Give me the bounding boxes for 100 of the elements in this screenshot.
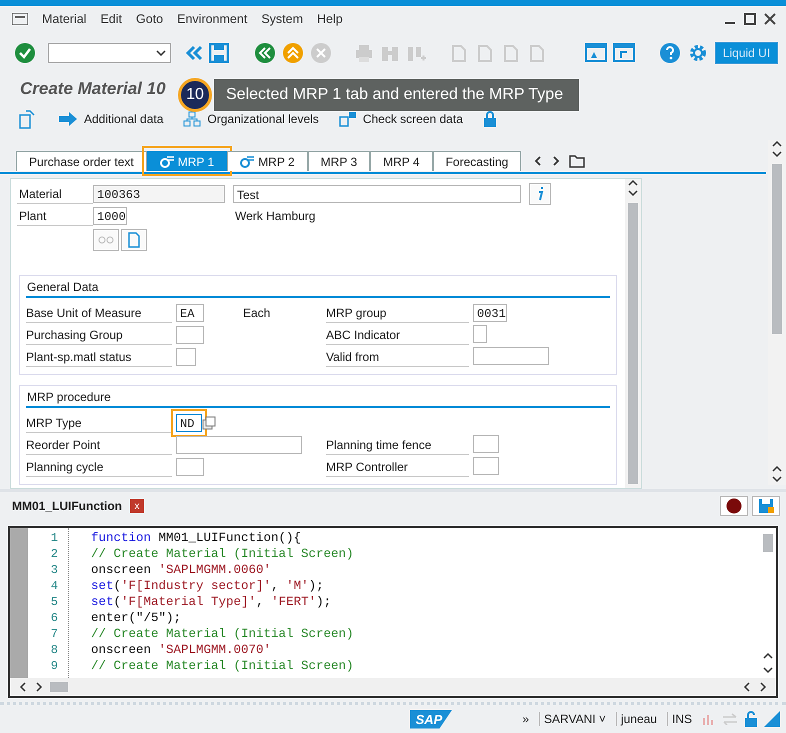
chevron-right-icon[interactable] xyxy=(34,682,44,692)
input-field[interactable]: 0031 xyxy=(473,304,507,322)
up-icon[interactable] xyxy=(282,42,304,64)
logo: SAP xyxy=(410,710,452,728)
caret-icon[interactable] xyxy=(156,50,166,56)
chevron-left-icon[interactable] xyxy=(533,155,544,167)
tab[interactable]: MRP 2 xyxy=(227,151,308,171)
system-user[interactable]: SARVANI ˅ xyxy=(539,712,610,726)
input-mode: INS xyxy=(666,712,696,726)
menu-icon[interactable] xyxy=(12,13,28,25)
menu-item[interactable]: Help xyxy=(317,12,343,26)
field-label: Plant-sp.matl status xyxy=(26,348,172,366)
server-name: juneau xyxy=(616,712,661,726)
scrollbar[interactable] xyxy=(625,179,641,488)
input-field[interactable] xyxy=(473,324,487,342)
signal-icon[interactable] xyxy=(702,712,716,726)
lock-icon[interactable] xyxy=(482,111,497,127)
save-icon[interactable] xyxy=(209,43,230,63)
code-line: enter("/5"); xyxy=(91,610,182,626)
toolbar-link[interactable]: Check screen data xyxy=(362,112,463,126)
document-button[interactable] xyxy=(121,229,147,251)
chevron-down-icon[interactable] xyxy=(628,189,638,199)
chevron-down-icon[interactable] xyxy=(772,150,782,160)
hierarchy-icon[interactable] xyxy=(183,111,202,127)
double-chevron-icon[interactable] xyxy=(185,45,204,61)
folder-icon[interactable] xyxy=(569,154,586,168)
line-number: 3 xyxy=(50,562,59,578)
copy-icon[interactable] xyxy=(202,416,216,430)
record-icon xyxy=(726,498,742,514)
check-screen-icon[interactable] xyxy=(338,111,357,127)
expand-toggle[interactable]: » xyxy=(518,712,533,726)
input-field[interactable]: 100363 xyxy=(93,185,225,203)
input-field[interactable] xyxy=(176,348,196,366)
tab[interactable]: MRP 3 xyxy=(308,151,370,171)
field-label: Base Unit of Measure xyxy=(26,304,172,322)
field-label: Reorder Point xyxy=(26,436,172,454)
document-icon xyxy=(128,232,140,248)
input-field[interactable] xyxy=(176,436,302,454)
maximize-icon[interactable] xyxy=(744,13,756,25)
scroll-thumb[interactable] xyxy=(50,682,68,692)
menu-item[interactable]: Edit xyxy=(100,12,122,26)
scrollbar[interactable] xyxy=(768,140,786,485)
input-field[interactable]: Test xyxy=(233,185,521,203)
checkmark-icon[interactable] xyxy=(14,42,36,64)
menu-item[interactable]: System xyxy=(261,12,303,26)
tab[interactable]: Purchase order text xyxy=(16,151,147,171)
close-icon[interactable] xyxy=(764,13,776,25)
chevron-down-icon[interactable] xyxy=(772,475,782,485)
chevron-down-icon[interactable] xyxy=(763,666,773,676)
menu-item[interactable]: Environment xyxy=(177,12,248,26)
plant-description: Werk Hamburg xyxy=(235,209,316,223)
field-label: Planning cycle xyxy=(26,458,172,476)
scrollbar[interactable] xyxy=(10,678,776,696)
input-field[interactable] xyxy=(473,434,499,452)
page-title: Create Material 10 xyxy=(20,79,166,99)
chevron-right-icon[interactable] xyxy=(551,155,562,167)
step-badge: 10 xyxy=(178,78,212,112)
input-field[interactable] xyxy=(473,456,499,474)
close-button[interactable]: x xyxy=(130,499,144,513)
code-line: // Create Material (Initial Screen) xyxy=(91,626,355,642)
back-icon[interactable] xyxy=(254,42,276,64)
line-number: 6 xyxy=(50,610,59,626)
code-editor[interactable] xyxy=(8,526,778,698)
record-button[interactable] xyxy=(720,496,748,516)
menu-item[interactable]: Material xyxy=(42,12,86,26)
scroll-thumb[interactable] xyxy=(763,534,773,552)
field-label: Planning time fence xyxy=(326,436,469,454)
command-field[interactable] xyxy=(48,43,172,63)
code-line: onscreen 'SAPLMGMM.0070' xyxy=(91,642,272,658)
input-field[interactable]: EA xyxy=(176,304,204,322)
menu-item[interactable]: Goto xyxy=(136,12,164,26)
toolbar-link[interactable]: Organizational levels xyxy=(207,112,319,126)
unlock-icon[interactable] xyxy=(744,711,758,727)
tab[interactable]: MRP 4 xyxy=(370,151,433,171)
field-label: MRP group xyxy=(326,304,469,322)
arrow-right-icon[interactable] xyxy=(58,111,78,127)
code-line: function MM01_LUIFunction(){ xyxy=(91,530,302,546)
line-number: 9 xyxy=(50,658,59,674)
info-button[interactable] xyxy=(529,183,551,205)
tab[interactable]: Forecasting xyxy=(432,151,522,171)
cancel-icon[interactable] xyxy=(310,42,332,64)
editor-tab[interactable]: MM01_LUIFunction xyxy=(12,499,122,513)
field-label: ABC Indicator xyxy=(326,326,469,344)
settings-icon[interactable] xyxy=(687,42,709,64)
input-field[interactable] xyxy=(176,326,204,344)
line-number: 7 xyxy=(50,626,59,642)
resize-grip-icon xyxy=(764,711,780,727)
new-window-icon[interactable] xyxy=(584,43,607,63)
input-field[interactable]: 1000 xyxy=(93,207,127,225)
chevron-left-icon[interactable] xyxy=(742,682,752,692)
group-title: MRP procedure xyxy=(26,388,610,408)
line-number: 5 xyxy=(50,594,59,610)
display-button[interactable] xyxy=(93,229,119,251)
toolbar-link[interactable]: Additional data xyxy=(84,112,164,126)
chevron-left-icon[interactable] xyxy=(18,682,28,692)
input-field[interactable] xyxy=(473,346,549,364)
line-number: 4 xyxy=(50,578,59,594)
help-icon[interactable] xyxy=(659,42,681,64)
chevron-right-icon[interactable] xyxy=(758,682,768,692)
input-field[interactable] xyxy=(176,458,204,476)
